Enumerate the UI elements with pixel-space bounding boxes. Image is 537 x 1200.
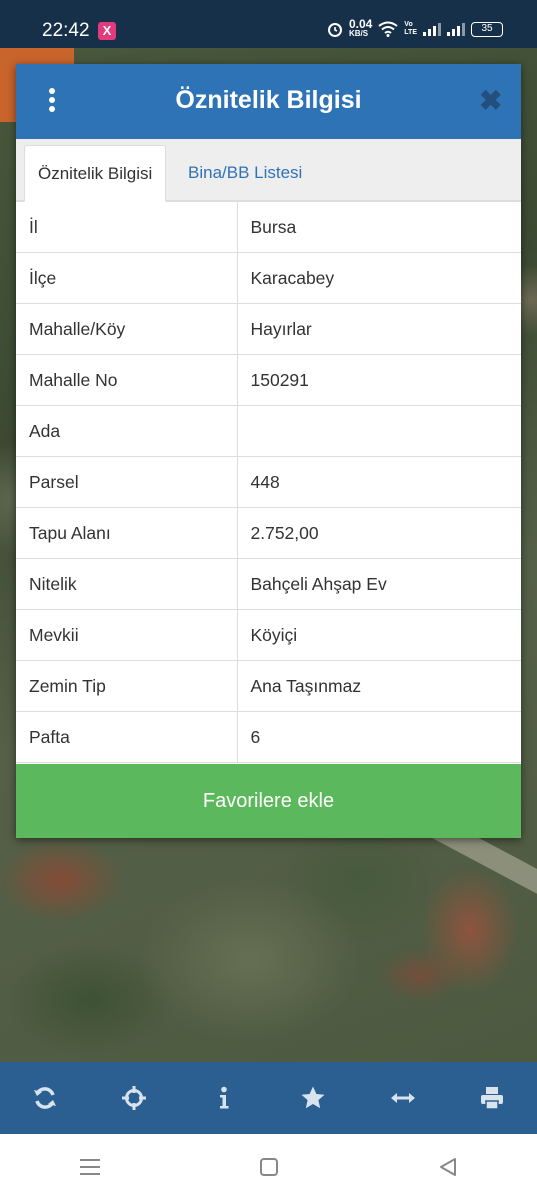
signal-icon-1: [423, 22, 441, 36]
locate-button[interactable]: [104, 1068, 164, 1128]
table-row: İl Bursa: [16, 201, 521, 253]
table-row: Ada: [16, 405, 521, 457]
net-speed-value: 0.04: [348, 17, 373, 31]
refresh-button[interactable]: [15, 1068, 75, 1128]
volte-top: Vo: [404, 21, 413, 28]
info-icon: [219, 1086, 229, 1109]
status-icons: 0.04 KB/S Vo LTE 35: [327, 17, 503, 39]
map-toolbar: [0, 1062, 537, 1134]
attribute-key: Ada: [16, 405, 238, 457]
table-row: Mahalle/Köy Hayırlar: [16, 303, 521, 355]
attribute-key: Mahalle/Köy: [16, 303, 238, 355]
wifi-icon: [378, 21, 398, 37]
attribute-value: Köyiçi: [236, 609, 521, 661]
table-row: İlçe Karacabey: [16, 252, 521, 304]
attribute-key: Zemin Tip: [16, 660, 238, 712]
table-row: Parsel 448: [16, 456, 521, 508]
table-row: Pafta 6: [16, 711, 521, 763]
attribute-value: [236, 405, 521, 457]
attribute-table: İl Bursa İlçe Karacabey Mahalle/Köy Hayırlar M…: [16, 201, 521, 763]
back-icon: [439, 1158, 456, 1176]
table-row: Nitelik Bahçeli Ahşap Ev: [16, 558, 521, 610]
attribute-value: 2.752,00: [236, 507, 521, 559]
print-icon: [481, 1087, 504, 1110]
attribute-key: Pafta: [16, 711, 238, 763]
volte-indicator: Vo LTE: [404, 21, 417, 37]
status-time: 22:42: [42, 20, 90, 41]
table-row: Zemin Tip Ana Taşınmaz: [16, 660, 521, 712]
tab-attribute-info[interactable]: Öznitelik Bilgisi: [24, 145, 167, 202]
info-button[interactable]: [194, 1068, 254, 1128]
attribute-key: Tapu Alanı: [16, 507, 238, 559]
dialog-header: Öznitelik Bilgisi ✖: [16, 64, 521, 139]
status-bar: 22:42 X 0.04 KB/S Vo LTE 35: [0, 0, 537, 48]
attribute-key: Mahalle No: [16, 354, 238, 406]
attribute-key: Parsel: [16, 456, 238, 508]
attribute-key: İl: [16, 201, 238, 253]
system-nav-bar: [0, 1134, 537, 1200]
refresh-icon: [33, 1087, 56, 1109]
volte-bottom: LTE: [404, 29, 417, 36]
measure-button[interactable]: [373, 1068, 433, 1128]
attribute-value: Ana Taşınmaz: [236, 660, 521, 712]
battery-icon: 35: [471, 21, 503, 37]
attribute-value: Karacabey: [236, 252, 521, 304]
attribute-value: 6: [236, 711, 521, 763]
net-speed: 0.04 KB/S: [348, 17, 373, 39]
dialog-tabs: Öznitelik Bilgisi Bina/BB Listesi: [16, 139, 521, 202]
menu-icon: [79, 1159, 100, 1175]
attribute-value: Bursa: [236, 201, 521, 253]
table-row: Mahalle No 150291: [16, 354, 521, 406]
print-button[interactable]: [462, 1068, 522, 1128]
back-button[interactable]: [418, 1142, 478, 1192]
star-icon: [301, 1086, 325, 1109]
alarm-icon: [327, 23, 342, 37]
attribute-key: Mevkii: [16, 609, 238, 661]
dialog-title: Öznitelik Bilgisi: [175, 86, 362, 114]
table-row: Mevkii Köyiçi: [16, 609, 521, 661]
home-button[interactable]: [239, 1142, 299, 1192]
add-to-favorites-button[interactable]: Favorilere ekle: [16, 764, 521, 838]
close-icon[interactable]: ✖: [479, 87, 502, 115]
recents-button[interactable]: [60, 1142, 120, 1192]
attribute-key: İlçe: [16, 252, 238, 304]
tab-building-list[interactable]: Bina/BB Listesi: [175, 145, 315, 202]
app-notification-icon: X: [98, 22, 116, 40]
favorites-button[interactable]: [283, 1068, 343, 1128]
table-row: Tapu Alanı 2.752,00: [16, 507, 521, 559]
attribute-value: 448: [236, 456, 521, 508]
attribute-value: Bahçeli Ahşap Ev: [236, 558, 521, 610]
measure-icon: [390, 1093, 415, 1103]
attribute-info-dialog: Öznitelik Bilgisi ✖ Öznitelik Bilgisi Bi…: [16, 64, 521, 838]
attribute-value: 150291: [236, 354, 521, 406]
attribute-value: Hayırlar: [236, 303, 521, 355]
net-speed-unit: KB/S: [348, 29, 369, 38]
home-icon: [259, 1158, 278, 1176]
locate-icon: [122, 1086, 147, 1110]
signal-icon-2: [447, 22, 465, 36]
attribute-key: Nitelik: [16, 558, 238, 610]
